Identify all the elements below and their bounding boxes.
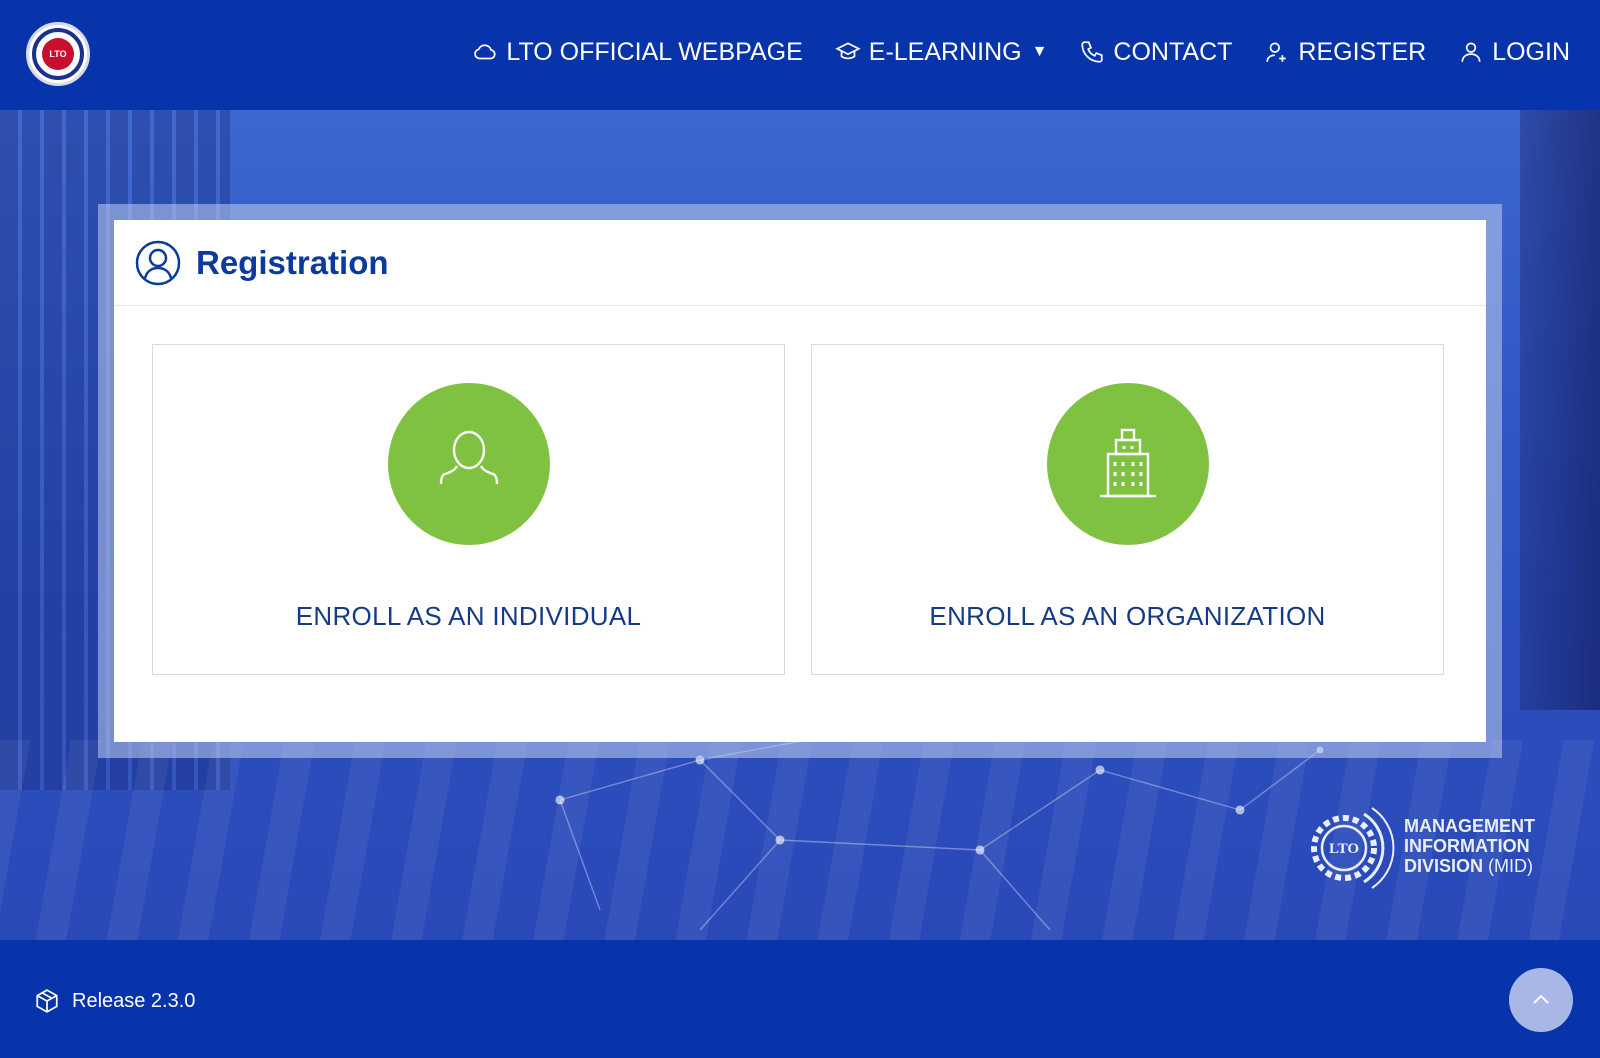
nav-e-learning[interactable]: E-LEARNING ▼: [834, 37, 1048, 67]
enroll-organization-button[interactable]: ENROLL AS AN ORGANIZATION: [811, 344, 1444, 675]
enroll-individual-label: ENROLL AS AN INDIVIDUAL: [295, 601, 642, 631]
lto-logo[interactable]: LTO: [26, 22, 90, 86]
nav-login[interactable]: LOGIN: [1458, 38, 1570, 67]
lto-logo-text: LTO: [49, 49, 67, 59]
release-info: Release 2.3.0: [34, 988, 195, 1014]
user-icon: [1461, 42, 1481, 62]
package-box-icon: [36, 989, 58, 1013]
phone-icon: [1081, 41, 1104, 63]
mid-line-2: INFORMATION: [1404, 836, 1530, 856]
lto-logo-ring: LTO: [32, 28, 84, 80]
enroll-options: ENROLL AS AN INDIVIDUAL ENROLL AS AN ORG…: [152, 344, 1444, 675]
enroll-organization-label: ENROLL AS AN ORGANIZATION: [929, 601, 1326, 631]
lto-logo-core: LTO: [42, 38, 74, 70]
registration-card: Registration ENROLL AS AN INDIVIDUAL ENR…: [114, 220, 1486, 742]
nav-register[interactable]: REGISTER: [1264, 38, 1426, 67]
nav-label: E-LEARNING: [868, 37, 1022, 66]
graduation-cap-icon: [834, 42, 861, 60]
top-navbar: LTO LTO OFFICIAL WEBPAGE E-LEARNING ▼ CO…: [0, 0, 1600, 110]
mid-line-1: MANAGEMENT: [1404, 816, 1535, 836]
nav-label: REGISTER: [1298, 37, 1427, 66]
mid-line-3-suffix: (MID): [1488, 856, 1534, 876]
organization-icon-circle: [1046, 383, 1209, 545]
footer: Release 2.3.0: [0, 940, 1600, 1058]
main-nav: LTO OFFICIAL WEBPAGE E-LEARNING ▼ CONTAC…: [472, 30, 1570, 74]
nav-label: LTO OFFICIAL WEBPAGE: [506, 37, 803, 66]
cloud-icon: [474, 44, 497, 60]
nav-label: LOGIN: [1492, 37, 1570, 66]
user-plus-icon: [1266, 42, 1287, 62]
enroll-individual-button[interactable]: ENROLL AS AN INDIVIDUAL: [152, 344, 785, 675]
building-icon: [1099, 428, 1156, 498]
scroll-to-top-button[interactable]: [1509, 968, 1573, 1032]
mid-line-3-main: DIVISION: [1404, 856, 1484, 876]
mid-gear-logo-icon: LTO: [1311, 807, 1395, 889]
nav-label: CONTACT: [1113, 37, 1233, 66]
registration-card-frame: Registration ENROLL AS AN INDIVIDUAL ENR…: [98, 204, 1502, 758]
person-icon: [439, 430, 498, 485]
nav-lto-official-webpage[interactable]: LTO OFFICIAL WEBPAGE: [472, 37, 803, 67]
nav-contact[interactable]: CONTACT: [1079, 38, 1232, 67]
user-circle-icon: [135, 240, 181, 285]
mid-badge-text: LTO: [1329, 841, 1359, 857]
chevron-up-icon: [1533, 994, 1549, 1004]
page-title: Registration: [196, 243, 389, 281]
mid-line-3: DIVISION (MID): [1404, 856, 1535, 876]
mid-logo-text: MANAGEMENT INFORMATION DIVISION (MID): [1404, 816, 1535, 876]
caret-down-icon: ▼: [1031, 43, 1048, 60]
registration-header: Registration: [114, 220, 1486, 306]
individual-icon-circle: [387, 383, 550, 545]
mid-logo: LTO MANAGEMENT INFORMATION DIVISION (MID…: [1304, 800, 1535, 892]
release-version: Release 2.3.0: [72, 989, 196, 1012]
